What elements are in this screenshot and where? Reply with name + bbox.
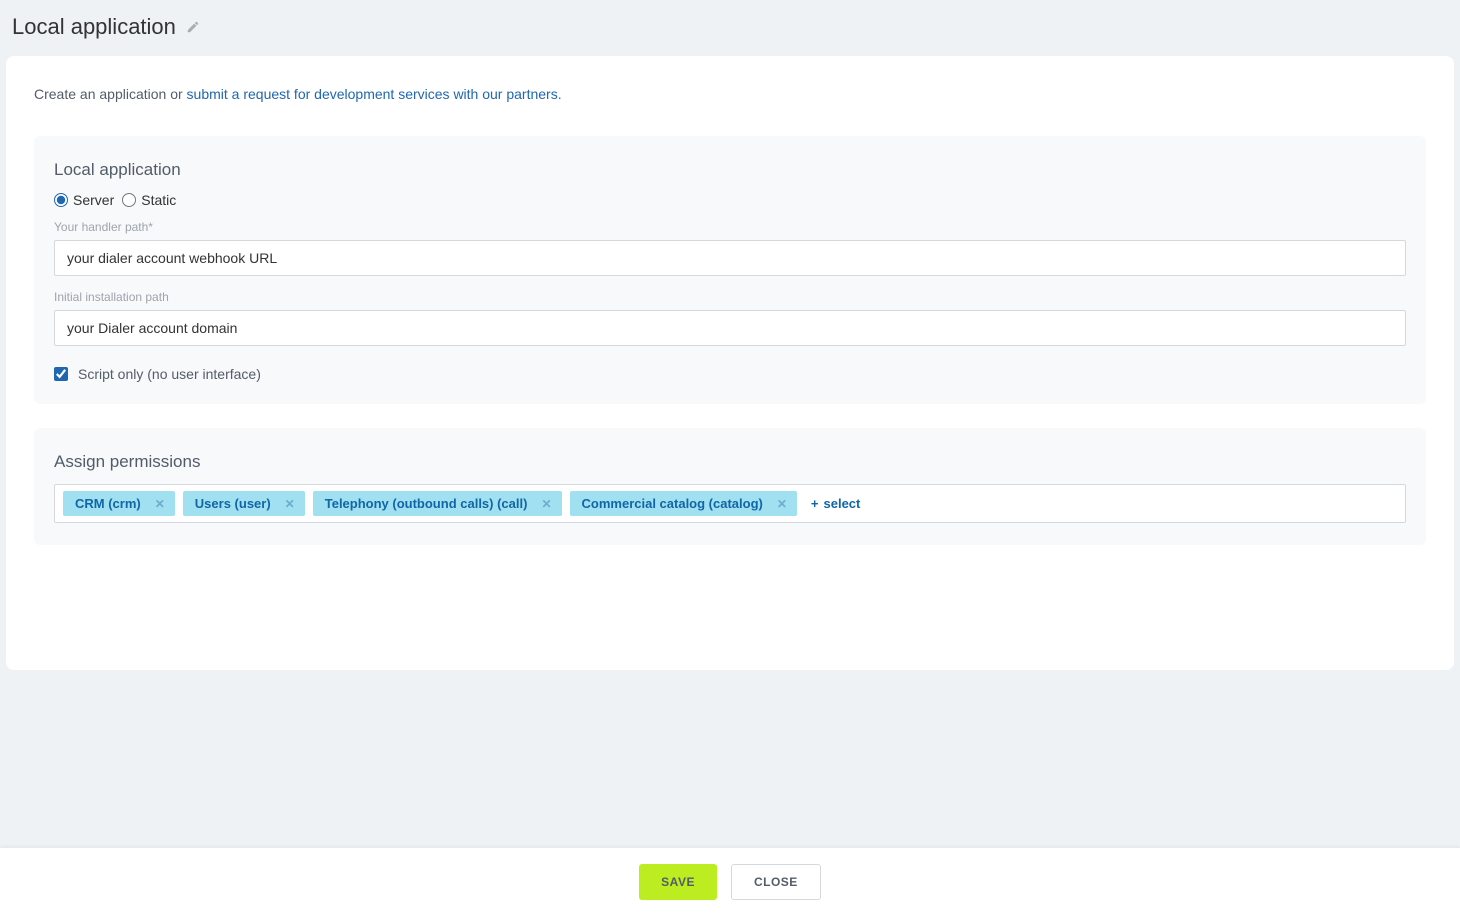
handler-path-label: Your handler path* (54, 220, 1406, 234)
handler-path-input[interactable] (54, 240, 1406, 276)
intro-text: Create an application or submit a reques… (34, 86, 1426, 102)
radio-static-label[interactable]: Static (141, 192, 176, 208)
radio-static-input[interactable] (122, 193, 136, 207)
radio-server-label[interactable]: Server (73, 192, 114, 208)
intro-prefix: Create an application or (34, 86, 187, 102)
radio-server-input[interactable] (54, 193, 68, 207)
radio-server[interactable]: Server (54, 192, 114, 208)
local-application-title: Local application (54, 160, 1406, 180)
permission-tag-crm: CRM (crm) ✕ (63, 491, 175, 516)
partners-link[interactable]: submit a request for development service… (187, 86, 558, 102)
close-icon[interactable]: ✕ (151, 498, 169, 510)
permissions-title: Assign permissions (54, 452, 1406, 472)
permission-tag-telephony: Telephony (outbound calls) (call) ✕ (313, 491, 562, 516)
permission-tag-catalog: Commercial catalog (catalog) ✕ (570, 491, 797, 516)
script-only-row[interactable]: Script only (no user interface) (54, 366, 1406, 382)
permission-tag-label: Users (user) (195, 496, 271, 511)
pencil-icon[interactable] (186, 20, 200, 34)
install-path-label: Initial installation path (54, 290, 1406, 304)
permissions-box[interactable]: CRM (crm) ✕ Users (user) ✕ Telephony (ou… (54, 484, 1406, 523)
permission-tag-label: Telephony (outbound calls) (call) (325, 496, 528, 511)
install-path-field: Initial installation path (54, 290, 1406, 346)
intro-suffix: . (558, 86, 562, 102)
footer-bar: SAVE CLOSE (0, 848, 1460, 916)
plus-icon: + (811, 496, 819, 511)
save-button[interactable]: SAVE (639, 864, 717, 900)
script-only-checkbox[interactable] (54, 367, 68, 381)
radio-static[interactable]: Static (122, 192, 176, 208)
install-path-input[interactable] (54, 310, 1406, 346)
close-icon[interactable]: ✕ (537, 498, 555, 510)
local-application-section: Local application Server Static Your han… (34, 136, 1426, 404)
close-icon[interactable]: ✕ (773, 498, 791, 510)
permission-tag-label: Commercial catalog (catalog) (582, 496, 763, 511)
page-title: Local application (12, 14, 176, 40)
permission-tag-label: CRM (crm) (75, 496, 141, 511)
permission-tag-users: Users (user) ✕ (183, 491, 305, 516)
permissions-section: Assign permissions CRM (crm) ✕ Users (us… (34, 428, 1426, 545)
handler-path-field: Your handler path* (54, 220, 1406, 276)
close-button[interactable]: CLOSE (731, 864, 821, 900)
app-type-radio-group: Server Static (54, 192, 1406, 208)
close-icon[interactable]: ✕ (281, 498, 299, 510)
add-permission-label: select (824, 496, 861, 511)
script-only-label[interactable]: Script only (no user interface) (78, 366, 261, 382)
page-header: Local application (0, 0, 1460, 56)
main-card: Create an application or submit a reques… (6, 56, 1454, 670)
add-permission-button[interactable]: + select (805, 492, 866, 515)
